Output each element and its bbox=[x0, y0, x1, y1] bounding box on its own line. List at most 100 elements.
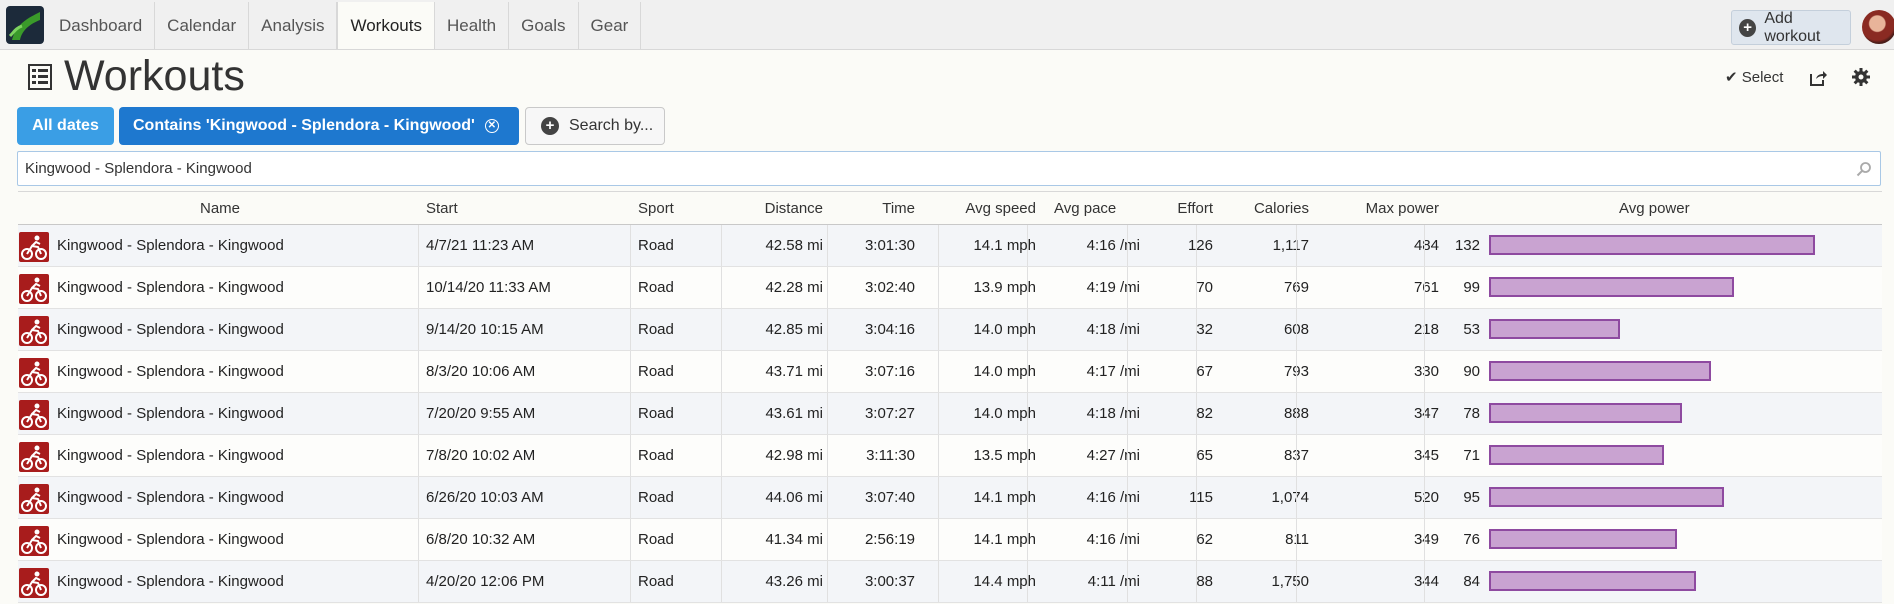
workout-time: 3:02:40 bbox=[864, 279, 915, 296]
table-row[interactable]: Kingwood - Splendora - Kingwood 6/26/20 1… bbox=[18, 477, 1882, 519]
add-workout-label: Add workout bbox=[1764, 9, 1821, 45]
column-divider bbox=[1424, 435, 1425, 476]
top-nav-bar: Dashboard Calendar Analysis Workouts Hea… bbox=[0, 0, 1894, 50]
column-divider bbox=[630, 435, 631, 476]
col-calories[interactable]: Calories bbox=[1254, 200, 1309, 217]
workout-name[interactable]: Kingwood - Splendora - Kingwood bbox=[57, 447, 284, 464]
column-divider bbox=[418, 561, 419, 602]
gear-icon[interactable] bbox=[1852, 68, 1870, 86]
column-divider bbox=[418, 435, 419, 476]
workout-time: 3:07:40 bbox=[864, 489, 915, 506]
col-effort[interactable]: Effort bbox=[1177, 200, 1213, 217]
workout-time: 3:01:30 bbox=[864, 237, 915, 254]
workout-max-power: 484 bbox=[1413, 237, 1439, 254]
workout-distance: 43.61 mi bbox=[765, 405, 823, 422]
workout-distance: 44.06 mi bbox=[765, 489, 823, 506]
column-divider bbox=[721, 519, 722, 560]
column-divider bbox=[1027, 225, 1028, 266]
column-divider bbox=[1196, 393, 1197, 434]
all-dates-filter[interactable]: All dates bbox=[17, 107, 114, 145]
workout-effort: 70 bbox=[1196, 279, 1213, 296]
app-logo-icon[interactable] bbox=[6, 6, 44, 44]
column-divider bbox=[630, 225, 631, 266]
column-divider bbox=[721, 225, 722, 266]
avg-power-bar bbox=[1489, 571, 1696, 591]
column-divider bbox=[827, 225, 828, 266]
workout-start: 7/8/20 10:02 AM bbox=[426, 447, 536, 464]
column-divider bbox=[1296, 351, 1297, 392]
remove-filter-icon[interactable]: ✕ bbox=[484, 119, 499, 133]
workout-name[interactable]: Kingwood - Splendora - Kingwood bbox=[57, 321, 284, 338]
table-row[interactable]: Kingwood - Splendora - Kingwood 10/14/20 … bbox=[18, 267, 1882, 309]
workout-sport: Road bbox=[638, 363, 674, 380]
table-row[interactable]: Kingwood - Splendora - Kingwood 8/3/20 10… bbox=[18, 351, 1882, 393]
col-time[interactable]: Time bbox=[882, 200, 915, 217]
share-icon[interactable] bbox=[1809, 69, 1827, 87]
column-divider bbox=[827, 435, 828, 476]
workout-name[interactable]: Kingwood - Splendora - Kingwood bbox=[57, 489, 284, 506]
col-sport[interactable]: Sport bbox=[638, 200, 674, 217]
table-row[interactable]: Kingwood - Splendora - Kingwood 9/14/20 1… bbox=[18, 309, 1882, 351]
workout-max-power: 520 bbox=[1413, 489, 1439, 506]
workout-avg-power: 84 bbox=[1463, 573, 1480, 590]
workout-name[interactable]: Kingwood - Splendora - Kingwood bbox=[57, 279, 284, 296]
workout-avg-pace: 4:16 /mi bbox=[1086, 531, 1140, 548]
search-by-label: Search by... bbox=[569, 117, 654, 134]
nav-gear[interactable]: Gear bbox=[579, 2, 642, 49]
col-avg-speed[interactable]: Avg speed bbox=[965, 200, 1036, 217]
column-divider bbox=[1127, 393, 1128, 434]
workout-max-power: 761 bbox=[1413, 279, 1439, 296]
col-avg-pace[interactable]: Avg pace bbox=[1054, 200, 1116, 217]
column-divider bbox=[1196, 561, 1197, 602]
nav-workouts[interactable]: Workouts bbox=[337, 2, 435, 49]
col-avg-power[interactable]: Avg power bbox=[1619, 200, 1690, 217]
col-distance[interactable]: Distance bbox=[765, 200, 823, 217]
workout-distance: 42.28 mi bbox=[765, 279, 823, 296]
workout-name[interactable]: Kingwood - Splendora - Kingwood bbox=[57, 531, 284, 548]
add-workout-button[interactable]: + Add workout bbox=[1731, 10, 1851, 45]
nav-calendar[interactable]: Calendar bbox=[155, 2, 250, 49]
workout-name[interactable]: Kingwood - Splendora - Kingwood bbox=[57, 405, 284, 422]
search-icon[interactable] bbox=[1856, 161, 1872, 177]
workout-calories: 1,117 bbox=[1272, 237, 1309, 254]
column-divider bbox=[1027, 561, 1028, 602]
column-divider bbox=[418, 225, 419, 266]
workout-name[interactable]: Kingwood - Splendora - Kingwood bbox=[57, 237, 284, 254]
column-divider bbox=[721, 267, 722, 308]
workout-effort: 32 bbox=[1196, 321, 1213, 338]
workout-sport: Road bbox=[638, 489, 674, 506]
nav-analysis[interactable]: Analysis bbox=[249, 2, 338, 49]
avg-power-bar bbox=[1489, 487, 1724, 507]
nav-dashboard[interactable]: Dashboard bbox=[47, 2, 156, 49]
avg-power-bar bbox=[1489, 319, 1620, 339]
search-input[interactable] bbox=[18, 152, 1832, 185]
nav-health[interactable]: Health bbox=[435, 2, 510, 49]
col-max-power[interactable]: Max power bbox=[1366, 200, 1439, 217]
workout-avg-pace: 4:19 /mi bbox=[1086, 279, 1140, 296]
column-divider bbox=[827, 561, 828, 602]
column-divider bbox=[938, 477, 939, 518]
nav-goals[interactable]: Goals bbox=[509, 2, 579, 49]
workout-avg-power: 53 bbox=[1463, 321, 1480, 338]
column-divider bbox=[1027, 435, 1028, 476]
table-row[interactable]: Kingwood - Splendora - Kingwood 7/20/20 9… bbox=[18, 393, 1882, 435]
road-cycling-icon bbox=[19, 526, 49, 556]
search-by-button[interactable]: + Search by... bbox=[525, 107, 665, 145]
column-divider bbox=[1127, 435, 1128, 476]
workout-distance: 43.26 mi bbox=[765, 573, 823, 590]
col-name[interactable]: Name bbox=[200, 200, 240, 217]
column-divider bbox=[418, 309, 419, 350]
workout-effort: 115 bbox=[1189, 489, 1213, 506]
table-row[interactable]: Kingwood - Splendora - Kingwood 7/8/20 10… bbox=[18, 435, 1882, 477]
workout-sport: Road bbox=[638, 405, 674, 422]
table-row[interactable]: Kingwood - Splendora - Kingwood 4/20/20 1… bbox=[18, 561, 1882, 603]
table-row[interactable]: Kingwood - Splendora - Kingwood 6/8/20 10… bbox=[18, 519, 1882, 561]
user-avatar[interactable] bbox=[1862, 10, 1894, 44]
contains-filter[interactable]: Contains 'Kingwood - Splendora - Kingwoo… bbox=[119, 107, 519, 145]
col-start[interactable]: Start bbox=[426, 200, 458, 217]
workout-name[interactable]: Kingwood - Splendora - Kingwood bbox=[57, 363, 284, 380]
workout-name[interactable]: Kingwood - Splendora - Kingwood bbox=[57, 573, 284, 590]
select-button[interactable]: ✔ Select bbox=[1725, 68, 1783, 86]
table-row[interactable]: Kingwood - Splendora - Kingwood 4/7/21 11… bbox=[18, 225, 1882, 267]
column-divider bbox=[938, 351, 939, 392]
